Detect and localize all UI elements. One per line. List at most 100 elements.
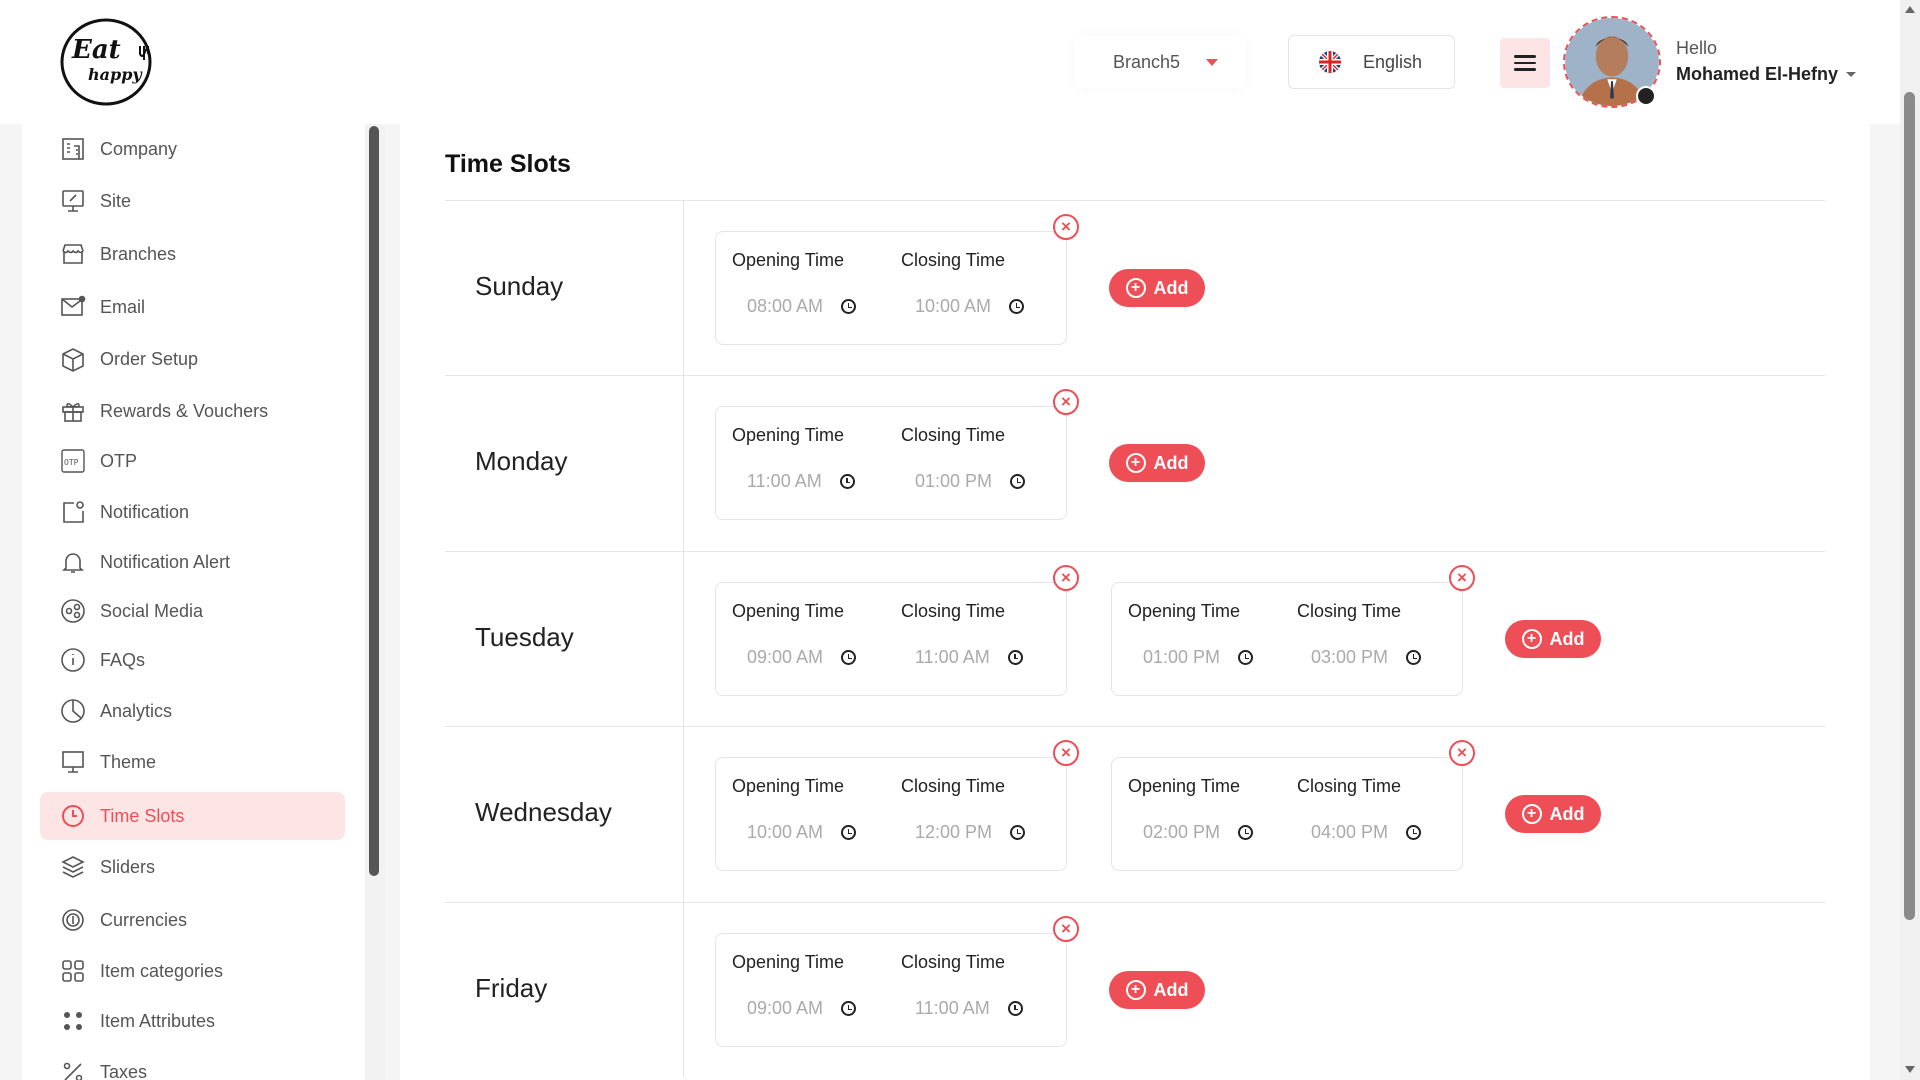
box-icon	[60, 346, 86, 372]
opening-time-input[interactable]: 02:00 PM	[1143, 822, 1254, 843]
sidebar-item-currencies[interactable]: Currencies	[40, 896, 345, 944]
closing-time-input[interactable]: 03:00 PM	[1311, 647, 1422, 668]
eat-happy-logo[interactable]: Eat happy	[58, 16, 156, 108]
sidebar-item-sliders[interactable]: Sliders	[40, 843, 345, 891]
opening-time-input[interactable]: 09:00 AM	[747, 647, 857, 668]
time-value: 02:00 PM	[1143, 822, 1221, 842]
day-row-tuesday: Tuesday Opening Time Closing Time 09:00 AM 1…	[445, 551, 1825, 727]
sidebar-item-site[interactable]: Site	[40, 177, 345, 225]
add-slot-button[interactable]: + Add	[1505, 795, 1601, 833]
clock-icon[interactable]	[841, 650, 857, 665]
clock-icon[interactable]	[1007, 650, 1023, 665]
closing-time-input[interactable]: 12:00 PM	[915, 822, 1026, 843]
plus-circle-icon: +	[1521, 804, 1542, 824]
sidebar-item-time-slots[interactable]: Time Slots	[40, 792, 345, 840]
language-label: English	[1363, 51, 1423, 72]
opening-time-label: Opening Time	[1128, 776, 1241, 796]
opening-time-input[interactable]: 08:00 AM	[747, 296, 857, 317]
chevron-down-icon	[1846, 72, 1857, 77]
clock-icon[interactable]	[1406, 825, 1422, 840]
scroll-down-icon[interactable]	[1905, 1066, 1915, 1073]
time-slot: Opening Time Closing Time 01:00 PM 03:00 PM	[1111, 582, 1463, 696]
opening-time-input[interactable]: 09:00 AM	[747, 998, 857, 1019]
day-name: Sunday	[475, 271, 564, 301]
row-divider	[683, 727, 684, 902]
time-value: 11:00 AM	[915, 998, 990, 1018]
remove-slot-icon[interactable]: ×	[1449, 565, 1475, 591]
clock-icon[interactable]	[1009, 299, 1025, 314]
clock-icon[interactable]	[1406, 650, 1422, 665]
sidebar-item-company[interactable]: Company	[40, 125, 345, 173]
sidebar-item-rewards-vouchers[interactable]: Rewards & Vouchers	[40, 387, 345, 435]
clock-icon[interactable]	[839, 474, 855, 489]
sidebar-item-label: Email	[100, 296, 146, 317]
day-name: Monday	[475, 446, 568, 476]
clock-icon[interactable]	[841, 825, 857, 840]
closing-time-label: Closing Time	[901, 776, 1006, 796]
add-label: Add	[1549, 628, 1585, 649]
sidebar-item-social-media[interactable]: Social Media	[40, 587, 345, 635]
closing-time-input[interactable]: 01:00 PM	[915, 471, 1026, 492]
sidebar-item-order-setup[interactable]: Order Setup	[40, 335, 345, 383]
language-selector[interactable]: English	[1288, 35, 1455, 89]
branch-selector[interactable]: Branch5	[1075, 36, 1245, 88]
clock-icon[interactable]	[1238, 825, 1254, 840]
sidebar-item-label: Analytics	[100, 700, 173, 721]
sidebar-item-item-categories[interactable]: Item categories	[40, 947, 345, 995]
clock-icon[interactable]	[841, 1001, 857, 1016]
day-row-monday: Monday Opening Time Closing Time 11:00 AM 01…	[445, 375, 1825, 551]
sidebar-item-item-attributes[interactable]: Item Attributes	[40, 997, 345, 1045]
top-header: Eat happy Branch5 English Hello Mohamed …	[0, 0, 1900, 124]
sidebar-item-branches[interactable]: Branches	[40, 230, 345, 278]
remove-slot-icon[interactable]: ×	[1449, 740, 1475, 766]
sidebar-item-label: Order Setup	[100, 348, 199, 369]
remove-slot-icon[interactable]: ×	[1053, 214, 1079, 240]
hamburger-menu-button[interactable]	[1500, 38, 1550, 88]
otp-icon: OTP	[60, 448, 86, 474]
closing-time-label: Closing Time	[901, 601, 1006, 621]
closing-time-input[interactable]: 11:00 AM	[915, 647, 1023, 668]
opening-time-input[interactable]: 11:00 AM	[747, 471, 855, 492]
remove-slot-icon[interactable]: ×	[1053, 916, 1079, 942]
sidebar-item-label: Time Slots	[100, 805, 185, 826]
remove-slot-icon[interactable]: ×	[1053, 740, 1079, 766]
clock-icon[interactable]	[1010, 825, 1026, 840]
sidebar-item-notification-alert[interactable]: Notification Alert	[40, 538, 345, 586]
opening-time-input[interactable]: 01:00 PM	[1143, 647, 1254, 668]
remove-slot-icon[interactable]: ×	[1053, 565, 1079, 591]
clock-icon[interactable]	[841, 299, 857, 314]
edit-avatar-icon[interactable]	[1636, 86, 1656, 106]
clock-icon[interactable]	[1010, 474, 1026, 489]
sidebar-item-otp[interactable]: OTP OTP	[40, 437, 345, 485]
closing-time-input[interactable]: 11:00 AM	[915, 998, 1023, 1019]
sidebar-item-theme[interactable]: Theme	[40, 738, 345, 786]
sidebar-item-notification[interactable]: Notification	[40, 488, 345, 536]
sidebar-item-analytics[interactable]: Analytics	[40, 687, 345, 735]
opening-time-input[interactable]: 10:00 AM	[747, 822, 857, 843]
sidebar-item-taxes[interactable]: Taxes	[40, 1048, 345, 1080]
add-slot-button[interactable]: + Add	[1109, 971, 1205, 1009]
remove-slot-icon[interactable]: ×	[1053, 389, 1079, 415]
sidebar-scrollbar[interactable]	[369, 126, 379, 876]
user-menu[interactable]: Mohamed El-Hefny	[1676, 64, 1857, 85]
add-label: Add	[1153, 452, 1189, 473]
scroll-up-icon[interactable]	[1905, 6, 1915, 13]
time-slot: Opening Time Closing Time 09:00 AM 11:00 AM	[715, 933, 1067, 1047]
page-scrollbar[interactable]	[1904, 92, 1915, 920]
sidebar-item-email[interactable]: Email	[40, 283, 345, 331]
add-slot-button[interactable]: + Add	[1109, 444, 1205, 482]
add-slot-button[interactable]: + Add	[1109, 269, 1205, 307]
add-slot-button[interactable]: + Add	[1505, 620, 1601, 658]
closing-time-input[interactable]: 04:00 PM	[1311, 822, 1422, 843]
closing-time-input[interactable]: 10:00 AM	[915, 296, 1025, 317]
sidebar-item-faqs[interactable]: FAQs	[40, 636, 345, 684]
clock-icon[interactable]	[1007, 1001, 1023, 1016]
sidebar-item-label: FAQs	[100, 649, 146, 670]
menu-line	[1514, 61, 1536, 65]
clock-icon[interactable]	[1238, 650, 1254, 665]
opening-time-label: Opening Time	[1128, 601, 1241, 621]
sidebar-item-label: Branches	[100, 243, 177, 264]
time-value: 01:00 PM	[1143, 647, 1221, 667]
time-value: 12:00 PM	[915, 822, 993, 842]
sidebar-item-label: Item Attributes	[100, 1010, 216, 1031]
